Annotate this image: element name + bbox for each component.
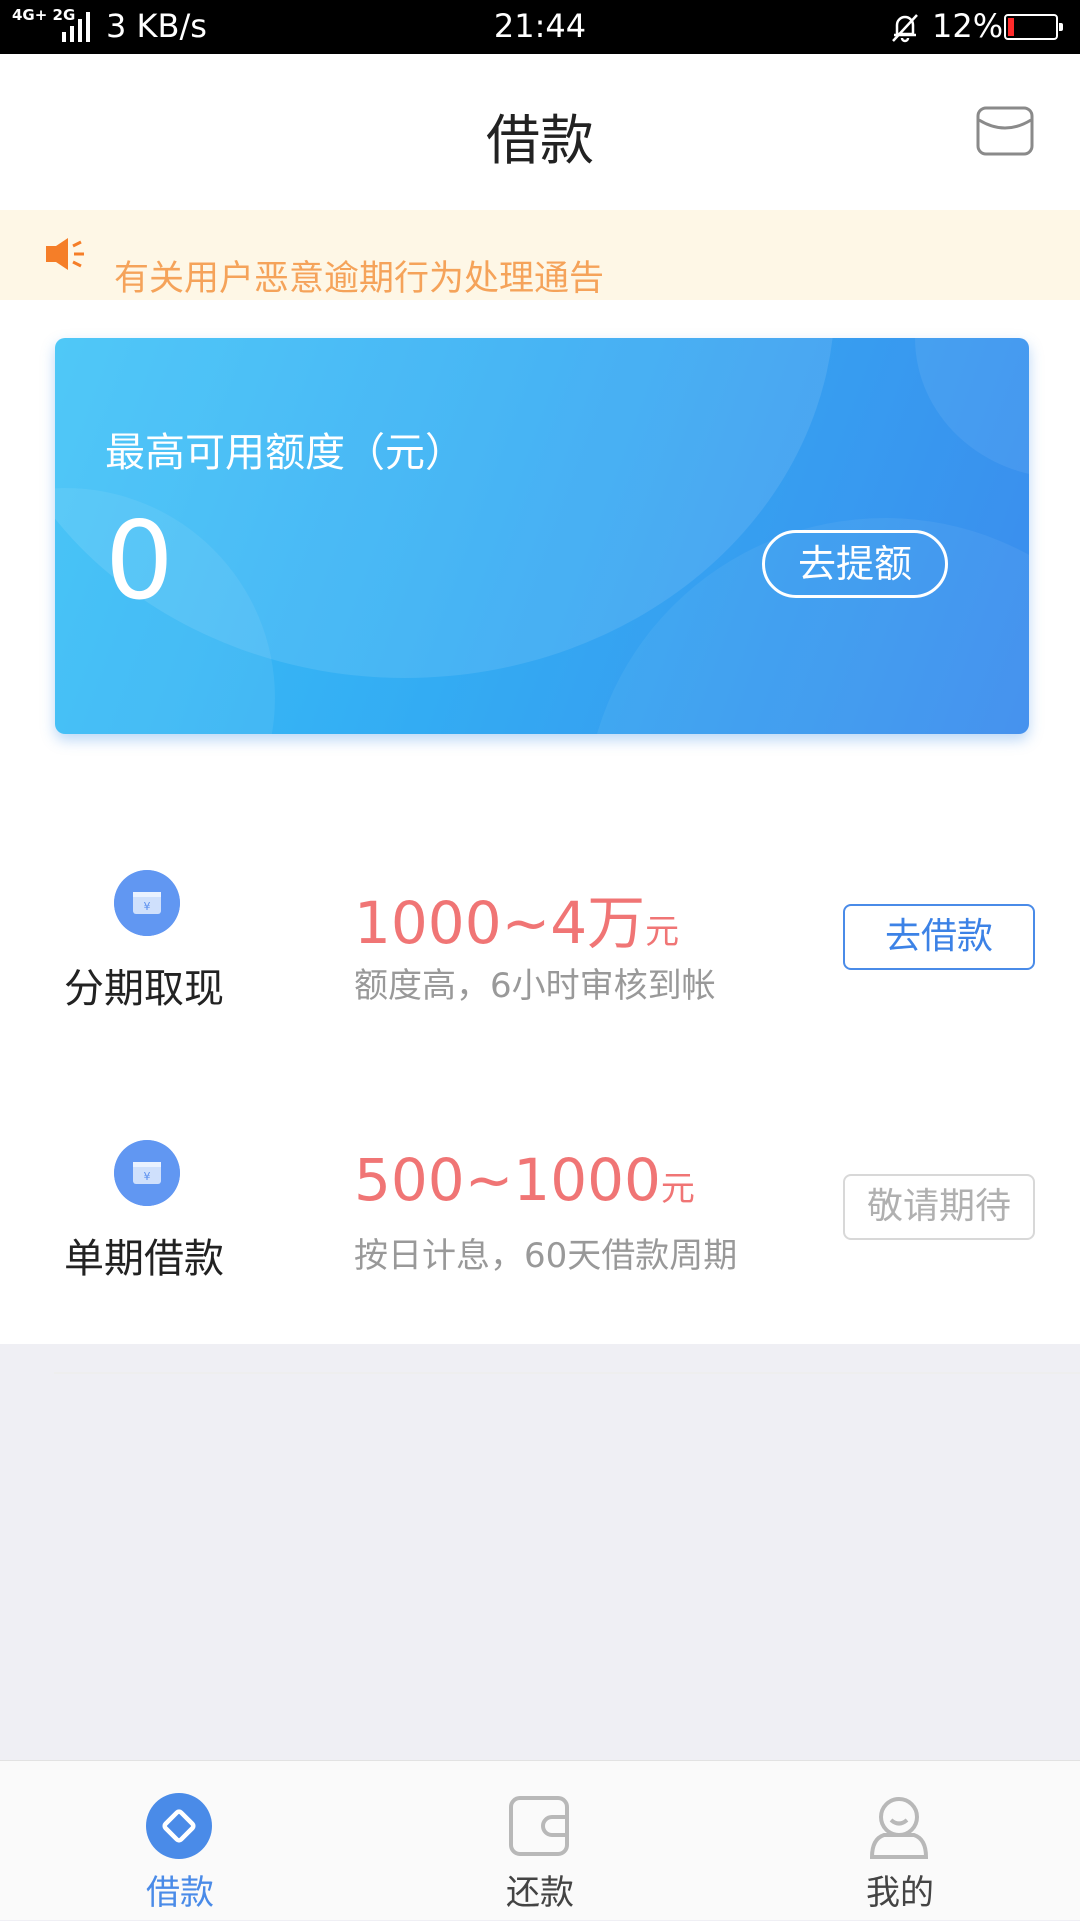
wallet-tab-icon xyxy=(509,1796,569,1856)
tab-mine[interactable]: 我的 xyxy=(720,1761,1080,1921)
borrow-button[interactable]: 去借款 xyxy=(843,904,1035,970)
tab-label: 借款 xyxy=(146,1873,214,1913)
tab-borrow[interactable]: 借款 xyxy=(0,1761,360,1921)
svg-text:¥: ¥ xyxy=(144,1170,151,1183)
tab-repay[interactable]: 还款 xyxy=(360,1761,720,1921)
mail-icon[interactable] xyxy=(976,106,1034,156)
raise-limit-button[interactable]: 去提额 xyxy=(762,530,948,598)
credit-limit-label: 最高可用额度（元） xyxy=(105,430,465,476)
user-icon xyxy=(869,1797,929,1859)
speaker-icon xyxy=(46,238,84,270)
tab-bar: 借款 还款 我的 xyxy=(0,1760,1080,1920)
battery-icon xyxy=(1004,14,1063,40)
notice-text[interactable]: 有关用户恶意逾期行为处理通告 xyxy=(114,250,604,301)
main-content: 最高可用额度（元） 0 去提额 ¥ 分期取现 1000~4万元 额度高，6小时审… xyxy=(0,300,1080,1374)
header: 借款 xyxy=(0,54,1080,210)
tab-label: 我的 xyxy=(866,1873,934,1913)
credit-limit-card: 最高可用额度（元） 0 去提额 xyxy=(55,338,1029,734)
notice-bar[interactable]: 有关用户恶意逾期行为处理通告 xyxy=(0,210,1080,300)
product-name: 分期取现 xyxy=(64,966,224,1012)
page-title: 借款 xyxy=(486,109,594,172)
product-name: 单期借款 xyxy=(64,1236,224,1282)
tab-label: 还款 xyxy=(506,1873,574,1913)
credit-limit-amount: 0 xyxy=(105,499,174,624)
product-installment: ¥ 分期取现 1000~4万元 额度高，6小时审核到帐 去借款 xyxy=(0,870,1080,1070)
product-single: ¥ 单期借款 500~1000元 按日计息，60天借款周期 敬请期待 xyxy=(0,1140,1080,1340)
product-range: 500~1000元 xyxy=(354,1146,695,1214)
divider xyxy=(54,1372,1080,1374)
product-range: 1000~4万元 xyxy=(354,889,680,957)
product-desc: 额度高，6小时审核到帐 xyxy=(354,966,716,1006)
mute-bell-icon xyxy=(892,14,918,43)
product-desc: 按日计息，60天借款周期 xyxy=(354,1236,738,1276)
diamond-icon xyxy=(146,1793,212,1859)
wallet-icon: ¥ xyxy=(114,1140,180,1206)
status-bar: 4G+ 2G 3 KB/s 21:44 12% xyxy=(0,0,1080,54)
coming-soon-button[interactable]: 敬请期待 xyxy=(843,1174,1035,1240)
wallet-icon: ¥ xyxy=(114,870,180,936)
battery-percent: 12% xyxy=(932,7,1004,45)
svg-text:¥: ¥ xyxy=(144,900,151,913)
